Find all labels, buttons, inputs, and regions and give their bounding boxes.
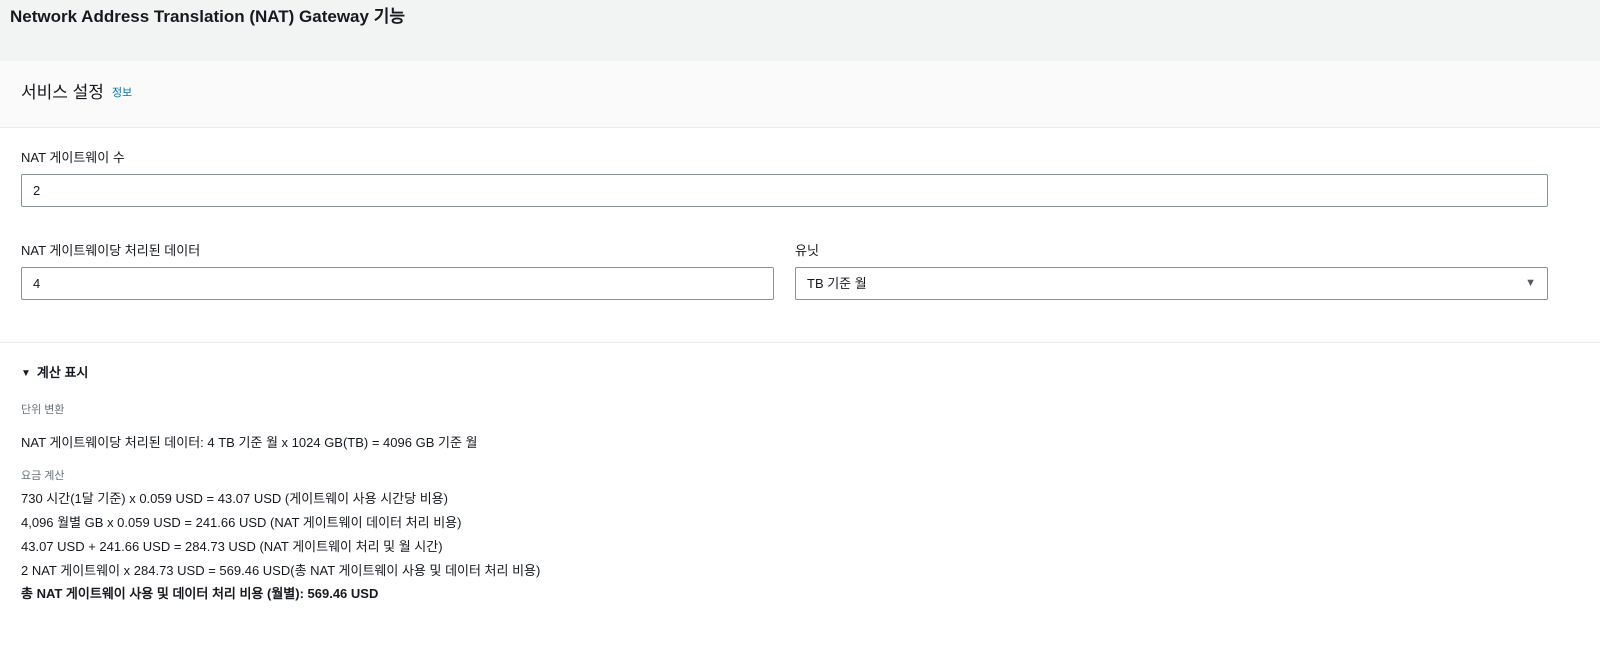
unit-select[interactable]: TB 기준 월 ▼ [795,267,1548,300]
show-calculation-label: 계산 표시 [36,365,89,380]
section-title: 서비스 설정 정보 [21,81,132,105]
section-divider [0,342,1600,343]
section-title-text: 서비스 설정 [21,83,104,102]
calc-line: 2 NAT 게이트웨이 x 284.73 USD = 569.46 USD(총 … [21,563,541,578]
calc-line: 730 시간(1달 기준) x 0.059 USD = 43.07 USD (게… [21,491,448,506]
unit-select-value: TB 기준 월 [807,276,867,291]
calc-line: 4,096 월별 GB x 0.059 USD = 241.66 USD (NA… [21,515,462,530]
data-processed-label: NAT 게이트웨이당 처리된 데이터 [21,243,201,258]
calc-line: 43.07 USD + 241.66 USD = 284.73 USD (NAT… [21,539,443,554]
caret-down-icon: ▼ [1525,277,1536,289]
unit-conversion-line: NAT 게이트웨이당 처리된 데이터: 4 TB 기준 월 x 1024 GB(… [21,435,478,450]
data-processed-input[interactable] [21,267,774,300]
gateway-count-input[interactable] [21,174,1548,207]
info-link[interactable]: 정보 [112,87,132,99]
caret-down-icon: ▼ [21,368,31,379]
page-title: Network Address Translation (NAT) Gatewa… [10,7,405,26]
calc-total-line: 총 NAT 게이트웨이 사용 및 데이터 처리 비용 (월별): 569.46 … [21,586,379,601]
unit-label: 유닛 [795,243,819,258]
unit-conversion-label: 단위 변환 [21,404,65,416]
show-calculation-toggle[interactable]: ▼ 계산 표시 [21,363,88,384]
pricing-calculation-label: 요금 계산 [21,470,65,482]
page-header: Network Address Translation (NAT) Gatewa… [0,0,1600,61]
gateway-count-label: NAT 게이트웨이 수 [21,150,125,165]
section-header: 서비스 설정 정보 [0,61,1600,128]
